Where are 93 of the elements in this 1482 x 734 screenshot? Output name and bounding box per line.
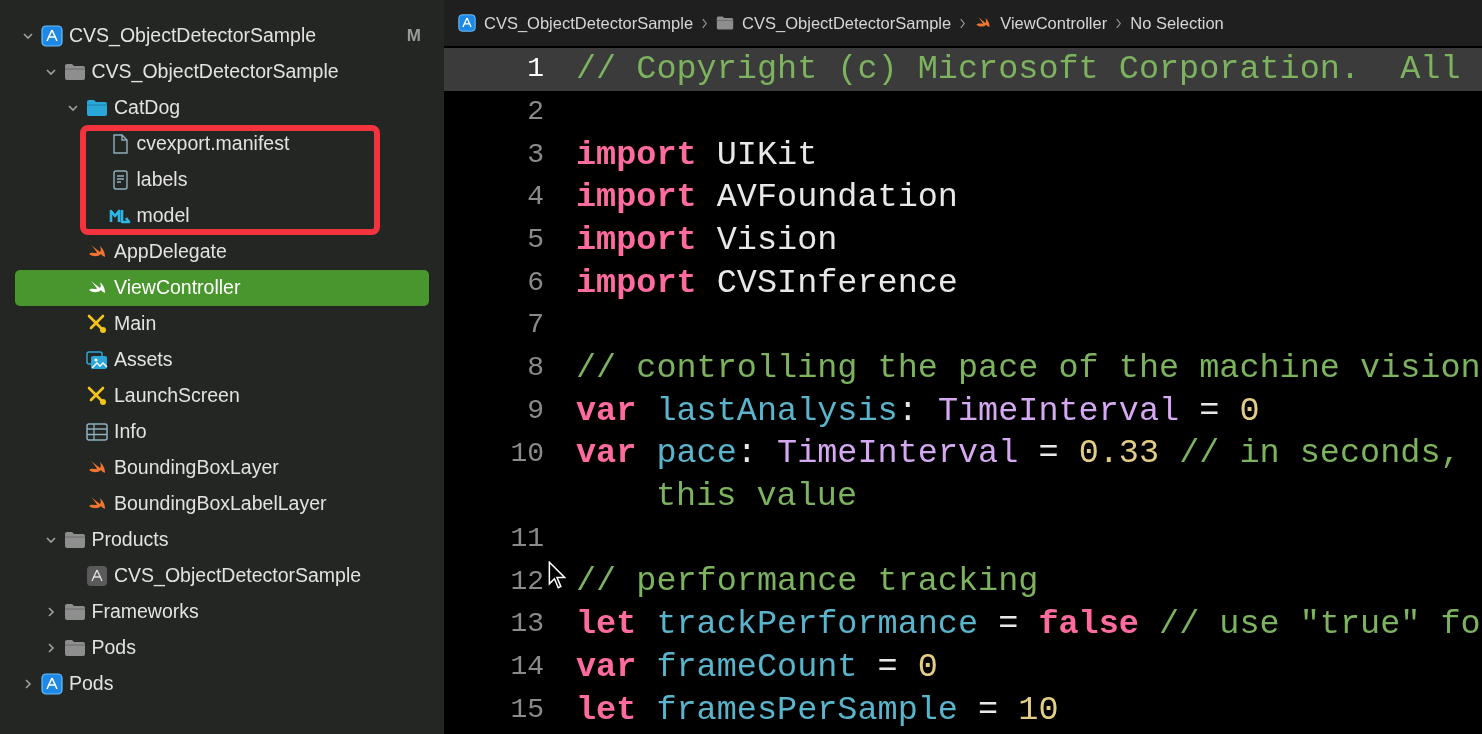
file-name: CVS_ObjectDetectorSample <box>114 563 362 589</box>
file-name: labels <box>136 167 188 193</box>
code-text: // performance tracking <box>576 562 1039 601</box>
breadcrumb-item[interactable]: No Selection <box>1130 10 1224 36</box>
line-number: 14 <box>510 650 544 682</box>
chevron-down-icon[interactable] <box>22 30 34 42</box>
line-number: 13 <box>510 608 544 640</box>
file-tree-item[interactable]: Pods <box>15 666 429 702</box>
code-text: // Copyright (c) Microsoft Corporation. All <box>576 50 1461 89</box>
folder-icon <box>63 637 86 659</box>
line-number: 3 <box>527 138 544 170</box>
file-name: CVS_ObjectDetectorSample <box>69 23 317 49</box>
storyboard-icon <box>86 385 108 407</box>
file-tree-item[interactable]: BoundingBoxLabelLayer <box>15 486 429 522</box>
file-name: Products <box>91 527 169 553</box>
file-name: CVS_ObjectDetectorSample <box>91 59 339 85</box>
line-number: 12 <box>510 565 544 597</box>
file-tree-item[interactable]: CVS_ObjectDetectorSample <box>15 54 429 90</box>
line-number: 8 <box>527 352 544 384</box>
line-number: 11 <box>510 522 544 554</box>
file-name: Info <box>114 419 147 445</box>
file-tree-item[interactable]: CatDog <box>15 90 429 126</box>
app-icon <box>41 673 63 695</box>
line-number: 1 <box>527 53 544 85</box>
file-name: CatDog <box>114 95 181 121</box>
app-icon <box>86 565 108 587</box>
line-number: 5 <box>527 224 544 256</box>
storyboard-icon <box>86 313 108 335</box>
file-tree-item[interactable]: LaunchScreen <box>15 378 429 414</box>
chevron-down-icon[interactable] <box>44 534 57 546</box>
file-name: BoundingBoxLayer <box>114 455 279 481</box>
modified-status: M <box>406 25 421 48</box>
file-tree-item[interactable]: AppDelegate <box>15 234 429 270</box>
line-number: 4 <box>527 181 544 213</box>
breadcrumb-item[interactable]: ViewController <box>974 10 1108 36</box>
code-text: import Vision <box>576 220 838 259</box>
app-icon <box>41 25 63 47</box>
file-tree-item[interactable]: Main <box>15 306 429 342</box>
file-tree-item[interactable]: CVS_ObjectDetectorSample M <box>15 18 429 54</box>
file-name: ViewController <box>114 275 241 301</box>
file-name: Main <box>114 311 157 337</box>
file-tree-item[interactable]: cvexport.manifest <box>15 126 429 162</box>
file-name: cvexport.manifest <box>136 131 290 157</box>
breadcrumb-item[interactable]: CVS_ObjectDetectorSample <box>458 10 694 36</box>
line-number: 7 <box>527 309 544 341</box>
chevron-right-icon <box>701 16 709 30</box>
folder-icon <box>86 97 108 119</box>
code-text: let trackPerformance = false // use "true" fo <box>576 605 1481 644</box>
file-name: Frameworks <box>91 599 199 625</box>
chevron-down-icon[interactable] <box>44 66 57 78</box>
folder-icon <box>63 529 86 551</box>
chevron-right-icon <box>1115 16 1123 30</box>
folder-icon <box>716 14 735 32</box>
file-tree-item[interactable]: BoundingBoxLayer <box>15 450 429 486</box>
code-text: // controlling the pace of the machine vision <box>576 349 1481 388</box>
file-tree-item[interactable]: labels <box>15 162 429 198</box>
file-tree-item[interactable]: Frameworks <box>15 594 429 630</box>
code-text: import UIKit <box>576 135 818 174</box>
breadcrumb-item[interactable]: CVS_ObjectDetectorSample <box>716 10 952 36</box>
table-icon <box>86 421 108 443</box>
file-name: BoundingBoxLabelLayer <box>114 491 327 517</box>
file-name: model <box>136 203 190 229</box>
code-text: var pace: TimeInterval = 0.33 // in seconds, <box>576 434 1461 473</box>
code-text: let framesPerSample = 10 <box>576 690 1059 729</box>
file-tree-item[interactable]: model <box>15 198 429 234</box>
file-tree-item[interactable]: Info <box>15 414 429 450</box>
file-tree-item[interactable]: Products <box>15 522 429 558</box>
line-number: 10 <box>510 437 544 469</box>
line-number: 15 <box>510 693 544 725</box>
file-tree-item[interactable]: CVS_ObjectDetectorSample <box>15 558 429 594</box>
folder-icon <box>63 61 86 83</box>
chevron-down-icon[interactable] <box>67 102 79 114</box>
line-number: 2 <box>527 96 544 128</box>
app-icon <box>458 14 476 32</box>
line-number: 6 <box>527 266 544 298</box>
file-tree-item[interactable]: Assets <box>15 342 429 378</box>
folder-icon <box>63 601 86 623</box>
file-name: Pods <box>69 671 114 697</box>
code-text: var frameCount = 0 <box>576 647 938 686</box>
code-text: import CVSInference <box>576 263 958 302</box>
code-text: this value <box>655 477 858 516</box>
file-name: AppDelegate <box>114 239 227 265</box>
file-tree-item[interactable]: Pods <box>15 630 429 666</box>
file-name: Pods <box>91 635 136 661</box>
line-number: 9 <box>527 394 544 426</box>
file-name: LaunchScreen <box>114 383 240 409</box>
image-stack-icon <box>86 349 108 371</box>
code-text: var lastAnalysis: TimeInterval = 0 <box>576 391 1260 430</box>
file-name: Assets <box>114 347 173 373</box>
chevron-right-icon[interactable] <box>22 678 34 690</box>
code-text: import AVFoundation <box>576 178 958 217</box>
chevron-right-icon <box>959 16 967 30</box>
file-tree-item[interactable]: ViewController <box>15 270 429 306</box>
